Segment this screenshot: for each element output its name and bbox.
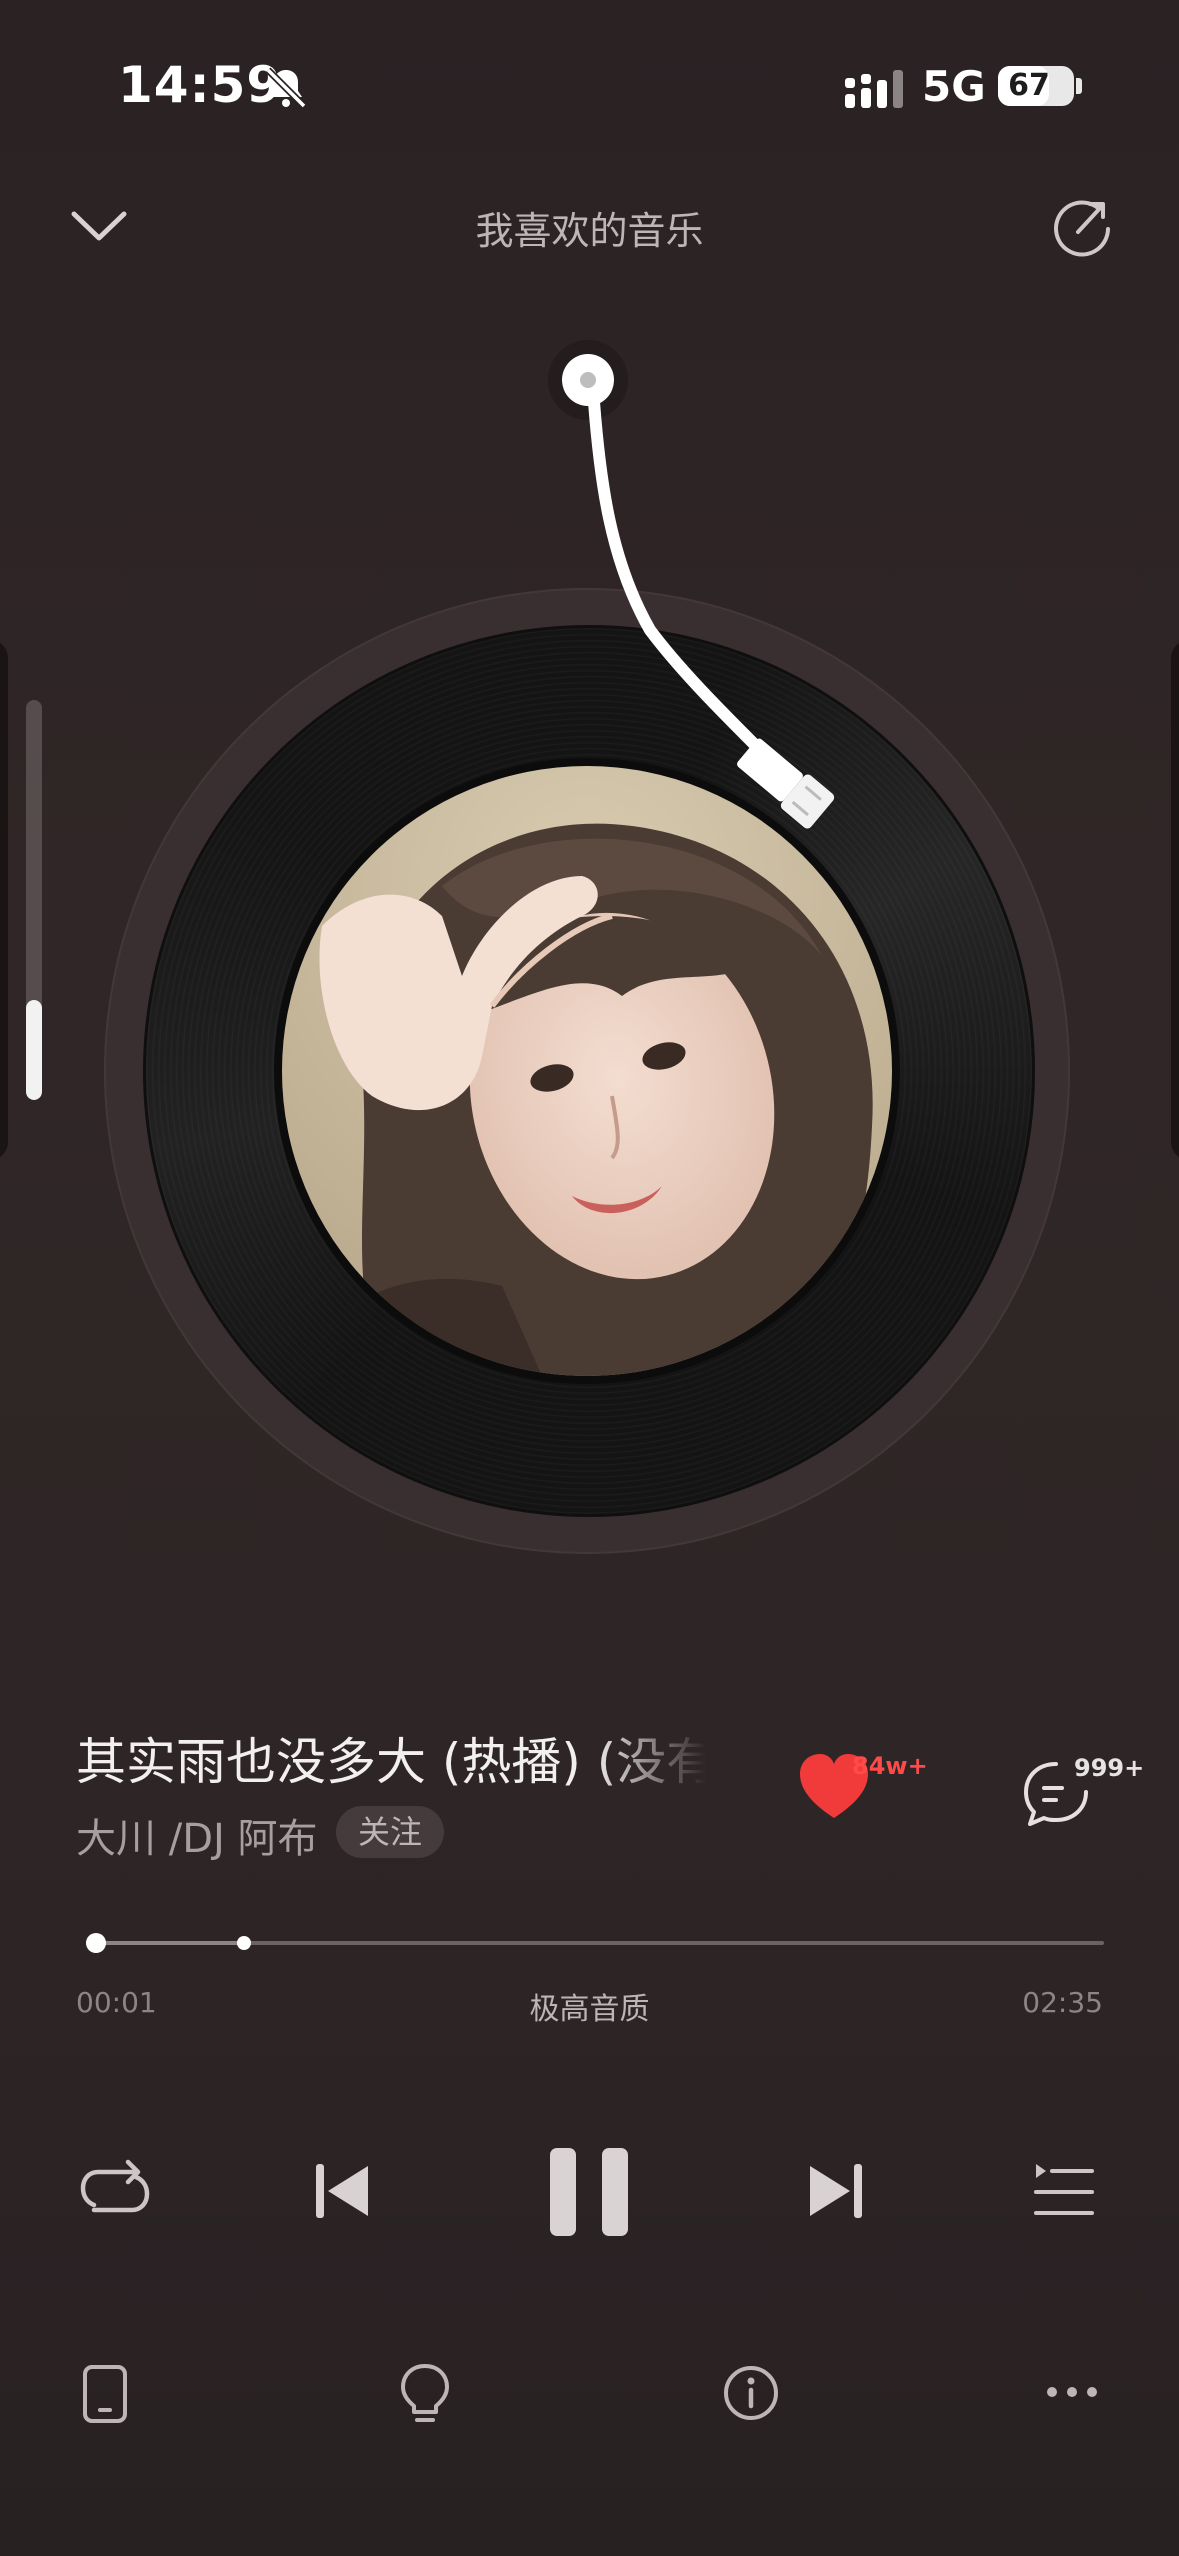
next-icon[interactable] (804, 2160, 866, 2222)
audio-quality-button[interactable]: 极高音质 (0, 1984, 1179, 2028)
battery-indicator: 67 (998, 66, 1074, 106)
lightbulb-icon[interactable] (398, 2362, 452, 2426)
volume-slider-fill (26, 1000, 42, 1100)
tonearm (548, 340, 835, 829)
bell-muted-icon (265, 67, 307, 109)
progress-thumb[interactable] (86, 1933, 107, 1953)
total-time: 02:35 (1022, 1986, 1103, 2019)
comment-count: 999+ (1074, 1754, 1145, 1782)
player-screen: 14:59 5G 67 我喜欢的音乐 其实雨也没多大 (热播) (没有 大川 /… (0, 0, 1179, 2556)
signal-icon (845, 70, 903, 108)
follow-button[interactable]: 关注 (336, 1806, 445, 1858)
progress-buffer (86, 1941, 244, 1945)
song-artist[interactable]: 大川 /DJ 阿布 (76, 1806, 318, 1864)
battery-tip (1076, 78, 1082, 94)
playlist-icon[interactable] (1032, 2160, 1096, 2220)
previous-disc-edge (0, 640, 8, 1160)
previous-icon[interactable] (312, 2160, 374, 2222)
device-icon[interactable] (82, 2364, 128, 2424)
more-icon[interactable] (1046, 2382, 1098, 2402)
repeat-icon[interactable] (78, 2158, 152, 2224)
like-count: 84w+ (852, 1752, 928, 1780)
share-icon[interactable] (1052, 196, 1114, 258)
song-title[interactable]: 其实雨也没多大 (热播) (没有 (76, 1722, 706, 1792)
page-title: 我喜欢的音乐 (475, 209, 704, 253)
album-cover-art (282, 766, 892, 1376)
status-time: 14:59 (118, 56, 283, 114)
info-icon[interactable] (722, 2364, 780, 2422)
next-disc-edge (1171, 640, 1179, 1160)
pause-icon[interactable] (546, 2146, 632, 2238)
network-label: 5G (922, 62, 986, 111)
buffer-marker (236, 1936, 251, 1950)
volume-slider[interactable] (26, 700, 42, 1100)
battery-level: 67 (1008, 68, 1050, 103)
